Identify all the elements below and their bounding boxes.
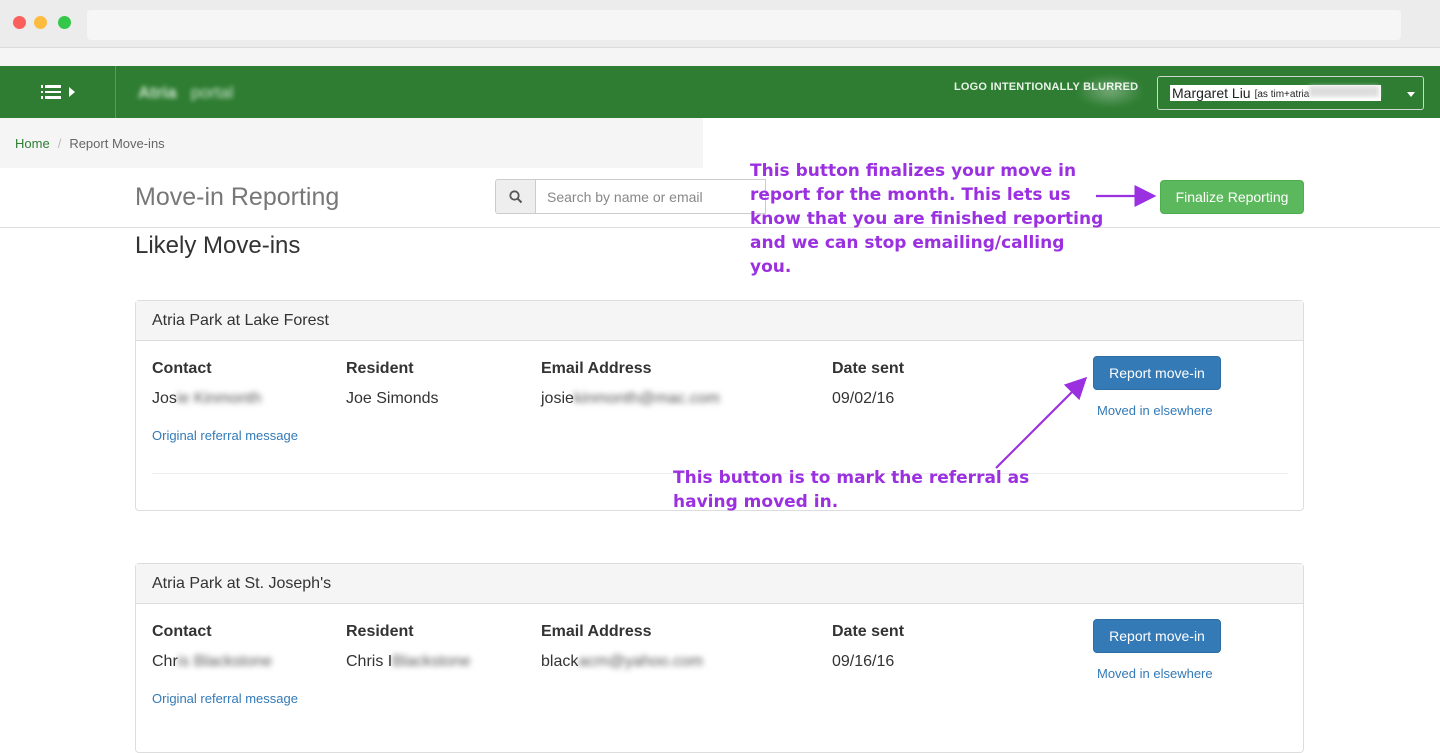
email-blurred: kinmonth@mac.com — [573, 390, 720, 407]
email-blurred: acm@yahoo.com — [578, 653, 704, 670]
email-address: josiekinmonth@mac.com — [541, 390, 720, 408]
page-title: Move-in Reporting — [135, 183, 340, 211]
resident-header: Resident — [346, 360, 414, 377]
breadcrumb-current: Report Move-ins — [69, 136, 165, 151]
search-group — [495, 179, 766, 214]
original-referral-link[interactable]: Original referral message — [152, 428, 298, 443]
breadcrumb-home-link[interactable]: Home — [15, 136, 50, 151]
panel-heading: Atria Park at Lake Forest — [136, 301, 1303, 341]
date-sent: 09/02/16 — [832, 390, 895, 407]
user-name: Margaret Liu — [1170, 85, 1253, 101]
top-navbar: Atria portal LOGO INTENTIONALLY BLURRED M… — [0, 66, 1440, 118]
original-referral-link[interactable]: Original referral message — [152, 691, 298, 706]
address-bar[interactable] — [87, 10, 1401, 40]
annotation-line: having moved in. — [673, 492, 839, 512]
email-visible: black — [541, 653, 579, 670]
user-select-dropdown[interactable]: Margaret Liu [as tim+atria — [1157, 76, 1424, 110]
date-sent: 09/16/16 — [832, 653, 895, 670]
moved-elsewhere-link[interactable]: Moved in elsewhere — [1097, 666, 1213, 681]
sidebar-toggle-button[interactable] — [0, 66, 116, 118]
contact-visible: Jos — [152, 390, 177, 407]
breadcrumb: Home / Report Move-ins — [15, 136, 165, 151]
search-input[interactable] — [536, 179, 766, 214]
contact-header: Contact — [152, 623, 212, 640]
annotation-line: This button is to mark the referral as — [673, 468, 1030, 488]
annotation-line: know that you are finished reporting — [750, 209, 1104, 229]
caret-right-icon — [68, 87, 75, 97]
date-sent-header: Date sent — [832, 623, 905, 640]
resident-name: Joe Simonds — [346, 390, 439, 408]
contact-blurred: ie Kinmonth — [176, 390, 262, 407]
email-header: Email Address — [541, 360, 652, 377]
brand-name: Atria — [138, 83, 177, 102]
panel-heading: Atria Park at St. Joseph's — [136, 564, 1303, 604]
resident-visible: Chris I — [346, 653, 393, 670]
date-sent-header: Date sent — [832, 360, 905, 377]
chrome-gap — [0, 48, 1440, 66]
annotation-line: you. — [750, 257, 792, 277]
resident-name: Chris IBlackstone — [346, 653, 471, 671]
blurred-logo — [1075, 74, 1145, 108]
report-move-in-button[interactable]: Report move-in — [1093, 619, 1221, 653]
annotation-line: This button finalizes your move in — [750, 161, 1077, 181]
header-divider — [0, 227, 1440, 228]
list-icon — [40, 85, 61, 99]
email-visible: josie — [541, 390, 574, 407]
brand-sub: portal — [190, 83, 234, 102]
contact-visible: Chr — [152, 653, 178, 670]
window-zoom-dot[interactable] — [58, 16, 71, 29]
moved-elsewhere-link[interactable]: Moved in elsewhere — [1097, 403, 1213, 418]
resident-blurred: Blackstone — [392, 653, 471, 670]
user-as-text: [as tim+atria — [1254, 89, 1310, 100]
annotation-line: report for the month. This lets us — [750, 185, 1071, 205]
window-close-dot[interactable] — [13, 16, 26, 29]
finalize-annotation: This button finalizes your move in repor… — [750, 159, 1103, 279]
contact-name: Chris Blackstone — [152, 653, 272, 671]
search-icon[interactable] — [495, 179, 536, 214]
user-email-blurred — [1309, 86, 1380, 97]
resident-visible: Joe Simonds — [346, 390, 439, 407]
window-minimize-dot[interactable] — [34, 16, 47, 29]
breadcrumb-separator: / — [57, 136, 62, 151]
annotation-line: and we can stop emailing/calling — [750, 233, 1065, 253]
contact-header: Contact — [152, 360, 212, 377]
report-annotation: This button is to mark the referral as h… — [673, 466, 1029, 514]
email-address: blackacm@yahoo.com — [541, 653, 703, 671]
section-title: Likely Move-ins — [135, 232, 301, 259]
finalize-reporting-button[interactable]: Finalize Reporting — [1160, 180, 1304, 214]
community-panel: Atria Park at St. Joseph's Contact Resid… — [135, 563, 1304, 753]
report-move-in-button[interactable]: Report move-in — [1093, 356, 1221, 390]
brand-logo[interactable]: Atria portal — [138, 83, 233, 103]
chevron-down-icon — [1407, 92, 1415, 97]
browser-chrome — [0, 0, 1440, 48]
resident-header: Resident — [346, 623, 414, 640]
email-header: Email Address — [541, 623, 652, 640]
contact-blurred: is Blackstone — [177, 653, 273, 670]
user-impersonation: [as tim+atria — [1252, 85, 1382, 101]
contact-name: Josie Kinmonth — [152, 390, 261, 408]
